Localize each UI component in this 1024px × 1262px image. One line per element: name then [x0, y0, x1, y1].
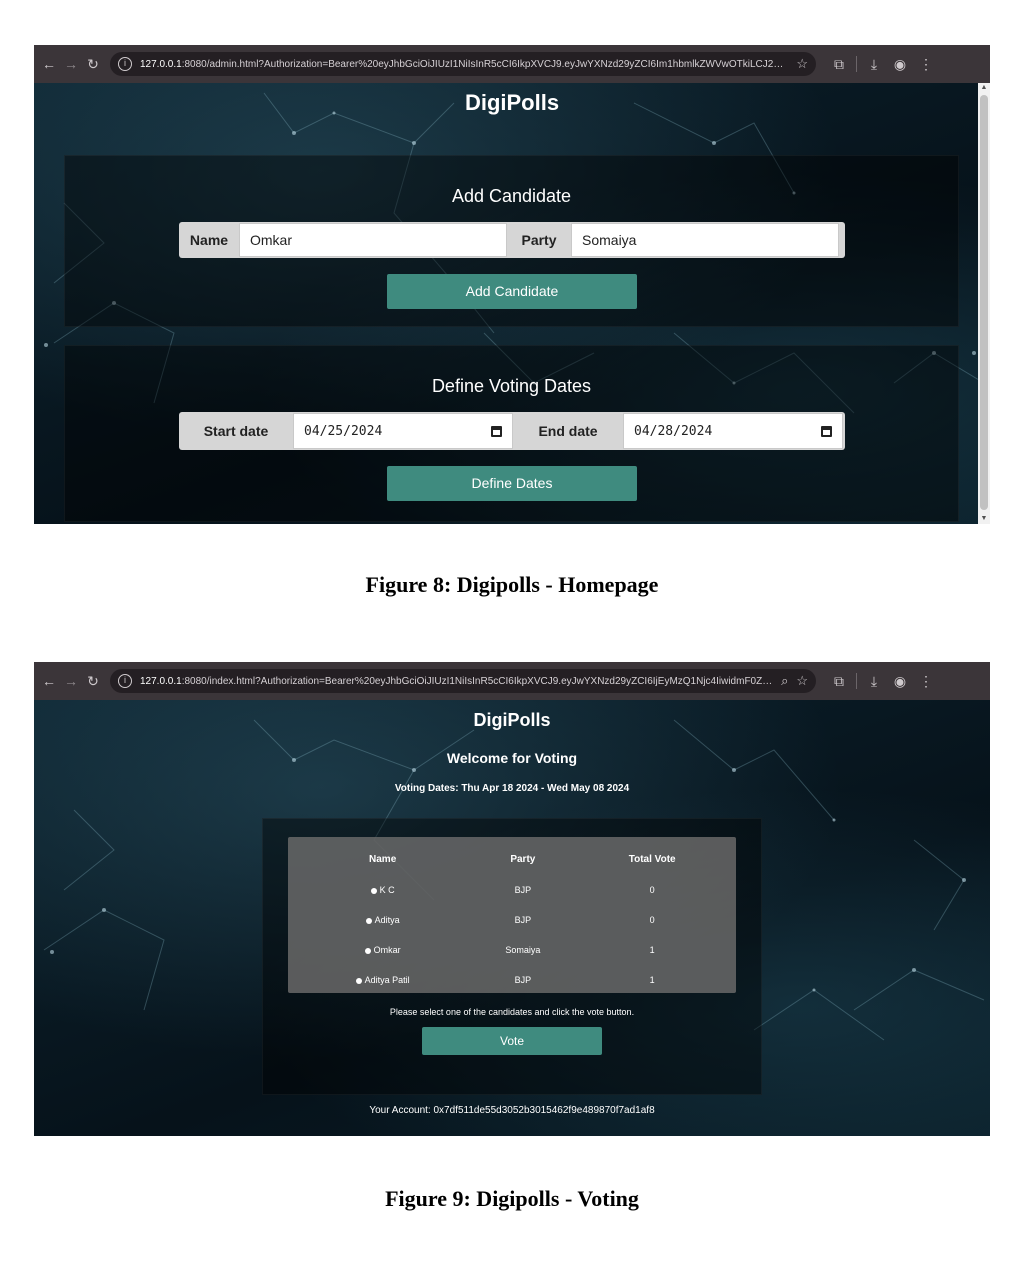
define-dates-button[interactable]: Define Dates — [387, 466, 637, 501]
bookmark-star-icon[interactable]: ☆ — [796, 56, 808, 72]
browser-toolbar: ← → ↻ i 127.0.0.1:8080/index.html?Author… — [34, 662, 990, 700]
candidate-name-cell[interactable]: K C — [288, 875, 477, 905]
table-row[interactable]: Omkar Somaiya 1 — [288, 935, 736, 965]
scroll-up-arrow-icon[interactable]: ▲ — [978, 83, 990, 93]
votes-cell: 0 — [649, 915, 655, 925]
vote-button[interactable]: Vote — [422, 1027, 602, 1055]
menu-kebab-icon[interactable]: ⋮ — [913, 56, 939, 73]
end-date-label: End date — [538, 423, 598, 439]
app-background: DigiPolls Add Candidate Name Omkar Party… — [34, 83, 990, 524]
back-icon[interactable]: ← — [38, 56, 60, 72]
site-info-icon[interactable]: i — [118, 57, 132, 71]
name-input[interactable]: Omkar — [239, 223, 507, 257]
extensions-icon[interactable]: ⧉ — [826, 673, 852, 690]
candidate-name-cell[interactable]: Omkar — [288, 935, 477, 965]
scrollbar[interactable]: ▲ ▼ — [978, 83, 990, 524]
download-icon[interactable]: ⤓ — [861, 56, 887, 73]
reload-icon[interactable]: ↻ — [82, 56, 104, 73]
header-party: Party — [510, 853, 536, 865]
name-input-value: Omkar — [250, 232, 292, 248]
name-label: Name — [189, 232, 229, 248]
candidates-table: Name Party Total Vote K C BJP 0 Aditya B… — [288, 843, 736, 995]
calendar-icon[interactable] — [821, 425, 832, 437]
figure8-screenshot: ← → ↻ i 127.0.0.1:8080/admin.html?Author… — [34, 45, 990, 524]
browser-toolbar: ← → ↻ i 127.0.0.1:8080/admin.html?Author… — [34, 45, 990, 83]
figure8-caption: Figure 8: Digipolls - Homepage — [365, 572, 659, 597]
app-background: DigiPolls Welcome for Voting Voting Date… — [34, 700, 990, 1136]
party-label: Party — [521, 232, 557, 248]
start-date-input[interactable]: 04/25/2024 — [293, 413, 513, 449]
site-info-icon[interactable]: i — [118, 674, 132, 688]
figure9-screenshot: ← → ↻ i 127.0.0.1:8080/index.html?Author… — [34, 662, 990, 1136]
forward-icon[interactable]: → — [60, 673, 82, 689]
votes-cell: 1 — [649, 975, 655, 985]
radio-button[interactable] — [364, 947, 371, 954]
url-text: 127.0.0.1:8080/index.html?Authorization=… — [140, 675, 774, 687]
end-date-input[interactable]: 04/28/2024 — [623, 413, 843, 449]
zoom-icon[interactable]: ⌕ — [781, 673, 788, 689]
bookmark-star-icon[interactable]: ☆ — [796, 673, 808, 689]
download-icon[interactable]: ⤓ — [861, 673, 887, 690]
party-cell: Somaiya — [505, 945, 541, 955]
define-dates-heading: Define Voting Dates — [431, 376, 592, 396]
voting-panel: Name Party Total Vote K C BJP 0 Aditya B… — [262, 818, 762, 1095]
scrollbar-thumb[interactable] — [980, 95, 988, 510]
party-cell: BJP — [514, 885, 532, 895]
candidate-name-cell[interactable]: Aditya — [288, 905, 477, 935]
app-title: DigiPolls — [464, 90, 560, 115]
figure9-caption: Figure 9: Digipolls - Voting — [385, 1186, 639, 1211]
voting-dates: Voting Dates: Thu Apr 18 2024 - Wed May … — [394, 783, 630, 794]
url-text: 127.0.0.1:8080/admin.html?Authorization=… — [140, 58, 789, 70]
menu-kebab-icon[interactable]: ⋮ — [913, 673, 939, 690]
party-input[interactable]: Somaiya — [571, 223, 839, 257]
toolbar-divider — [856, 673, 857, 689]
votes-cell: 0 — [649, 885, 655, 895]
vote-instruction: Please select one of the candidates and … — [389, 1007, 635, 1017]
header-total-vote: Total Vote — [628, 853, 676, 865]
define-dates-form: Start date 04/25/2024 End date 04/28/202… — [179, 412, 845, 450]
define-dates-panel: Define Voting Dates Start date 04/25/202… — [64, 345, 959, 522]
scroll-down-arrow-icon[interactable]: ▼ — [978, 514, 990, 524]
table-row[interactable]: Aditya BJP 0 — [288, 905, 736, 935]
reload-icon[interactable]: ↻ — [82, 673, 104, 690]
end-date-value: 04/28/2024 — [634, 423, 713, 439]
add-candidate-panel: Add Candidate Name Omkar Party Somaiya A… — [64, 155, 959, 327]
profile-icon[interactable]: ◉ — [887, 673, 913, 690]
back-icon[interactable]: ← — [38, 673, 60, 689]
header-name: Name — [369, 853, 397, 865]
party-cell: BJP — [514, 915, 532, 925]
table-row[interactable]: Aditya Patil BJP 1 — [288, 965, 736, 995]
account-address: Your Account: 0x7df511de55d3052b3015462f… — [369, 1105, 655, 1116]
party-cell: BJP — [514, 975, 532, 985]
radio-button[interactable] — [365, 917, 372, 924]
party-input-value: Somaiya — [582, 232, 637, 248]
address-bar[interactable]: i 127.0.0.1:8080/admin.html?Authorizatio… — [110, 52, 816, 76]
table-row[interactable]: K C BJP 0 — [288, 875, 736, 905]
radio-button[interactable] — [355, 977, 362, 984]
app-title: DigiPolls — [473, 710, 551, 730]
welcome-heading: Welcome for Voting — [446, 750, 578, 766]
add-candidate-button[interactable]: Add Candidate — [387, 274, 637, 309]
table-header-row: Name Party Total Vote — [288, 843, 736, 875]
forward-icon[interactable]: → — [60, 56, 82, 72]
start-date-label: Start date — [203, 423, 269, 439]
profile-icon[interactable]: ◉ — [887, 56, 913, 73]
start-date-value: 04/25/2024 — [304, 423, 383, 439]
extensions-icon[interactable]: ⧉ — [826, 56, 852, 73]
add-candidate-heading: Add Candidate — [451, 186, 572, 206]
candidates-table-box: Name Party Total Vote K C BJP 0 Aditya B… — [288, 837, 736, 993]
candidate-name-cell[interactable]: Aditya Patil — [288, 965, 477, 995]
votes-cell: 1 — [649, 945, 655, 955]
address-bar[interactable]: i 127.0.0.1:8080/index.html?Authorizatio… — [110, 669, 816, 693]
toolbar-divider — [856, 56, 857, 72]
add-candidate-form: Name Omkar Party Somaiya — [179, 222, 845, 258]
calendar-icon[interactable] — [491, 425, 502, 437]
radio-button[interactable] — [370, 887, 377, 894]
